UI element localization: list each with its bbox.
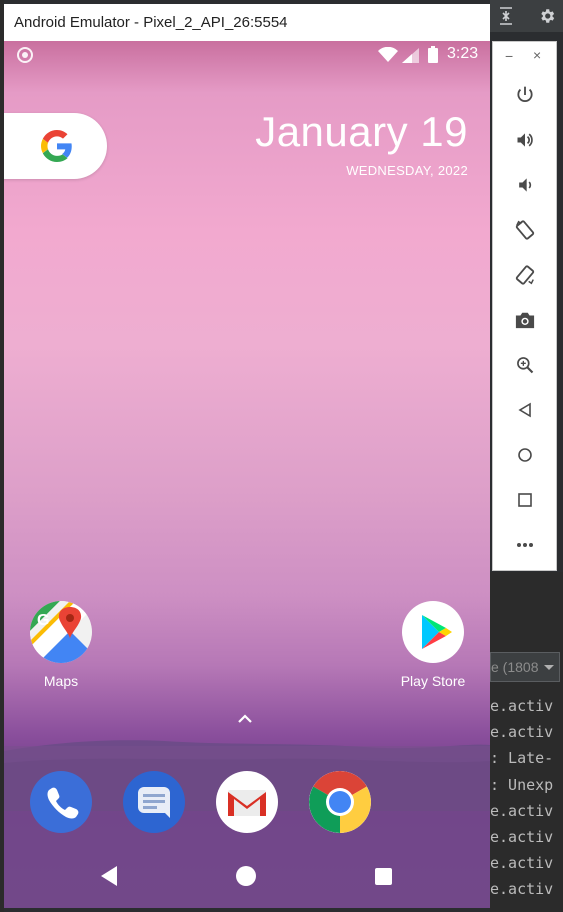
- gmail-icon[interactable]: [216, 771, 278, 833]
- volume-down-icon: [519, 178, 532, 192]
- window-title: Android Emulator - Pixel_2_API_26:5554: [14, 14, 288, 31]
- app-maps[interactable]: G Maps: [21, 601, 101, 689]
- nav-home-button[interactable]: [236, 866, 256, 886]
- notification-dot-icon: [17, 47, 33, 63]
- volume-up-button[interactable]: [509, 124, 541, 156]
- zoom-button[interactable]: [509, 349, 541, 381]
- volume-up-icon: [517, 133, 533, 147]
- back-button[interactable]: [509, 394, 541, 426]
- zoom-icon: [517, 357, 534, 374]
- home-button[interactable]: [509, 439, 541, 471]
- screenshot-button[interactable]: [509, 304, 541, 336]
- ide-process-dropdown[interactable]: e (1808: [490, 652, 560, 682]
- play-store-icon: [402, 601, 464, 663]
- chevron-up-icon[interactable]: [237, 713, 253, 723]
- log-line: e.activ: [490, 802, 554, 820]
- home-circle-icon: [518, 448, 532, 462]
- toolbar-close-button[interactable]: ×: [533, 47, 541, 63]
- messages-icon[interactable]: [123, 771, 185, 833]
- log-line: e.activ: [490, 723, 554, 741]
- log-line: e.activ: [490, 880, 554, 898]
- log-line: e.activ: [490, 828, 554, 846]
- power-icon: [517, 86, 533, 102]
- nav-recents-button[interactable]: [375, 868, 392, 885]
- rotate-left-icon: [515, 220, 535, 240]
- nav-back-button[interactable]: [99, 865, 119, 887]
- google-search-pill[interactable]: [4, 113, 107, 179]
- toolbar-minimize-button[interactable]: −: [505, 48, 513, 64]
- log-line: : Late-: [490, 749, 554, 767]
- collapse-icon[interactable]: [494, 4, 518, 28]
- app-label: Maps: [43, 673, 79, 689]
- android-home-screen[interactable]: 3:23 January 19 WEDNESDAY, 2022 G Maps P…: [4, 41, 490, 908]
- rotate-right-button[interactable]: [509, 259, 541, 291]
- more-dots-icon: [517, 543, 533, 547]
- date-widget-date[interactable]: January 19: [255, 108, 468, 156]
- emulator-side-toolbar: − ×: [492, 41, 557, 571]
- log-line: e.activ: [490, 854, 554, 872]
- overview-square-icon: [518, 493, 532, 507]
- svg-text:G: G: [37, 612, 49, 629]
- rotate-left-button[interactable]: [509, 214, 541, 246]
- chevron-down-icon: [544, 665, 554, 670]
- rotate-right-icon: [515, 265, 535, 285]
- status-bar: 3:23: [4, 41, 490, 69]
- ide-toolbar: [490, 0, 563, 32]
- app-play-store[interactable]: Play Store: [393, 601, 473, 689]
- phone-icon[interactable]: [30, 771, 92, 833]
- date-widget-weekday: WEDNESDAY, 2022: [346, 163, 468, 178]
- log-line: e.activ: [490, 697, 554, 715]
- gear-icon[interactable]: [535, 4, 559, 28]
- signal-icon: [402, 48, 419, 63]
- google-g-icon: [41, 130, 72, 162]
- emulator-title-bar[interactable]: Android Emulator - Pixel_2_API_26:5554: [4, 4, 490, 41]
- maps-icon: G: [30, 601, 92, 663]
- wifi-icon: [378, 47, 398, 62]
- more-button[interactable]: [509, 529, 541, 561]
- camera-icon: [515, 312, 535, 329]
- dropdown-text: e (1808: [491, 659, 539, 675]
- back-triangle-icon: [518, 402, 531, 418]
- battery-icon: [428, 46, 438, 63]
- status-time: 3:23: [447, 45, 479, 62]
- overview-button[interactable]: [509, 484, 541, 516]
- log-line: : Unexp: [490, 776, 554, 794]
- power-button[interactable]: [509, 79, 541, 111]
- app-label: Play Store: [400, 673, 466, 689]
- volume-down-button[interactable]: [509, 169, 541, 201]
- chrome-icon[interactable]: [309, 771, 371, 833]
